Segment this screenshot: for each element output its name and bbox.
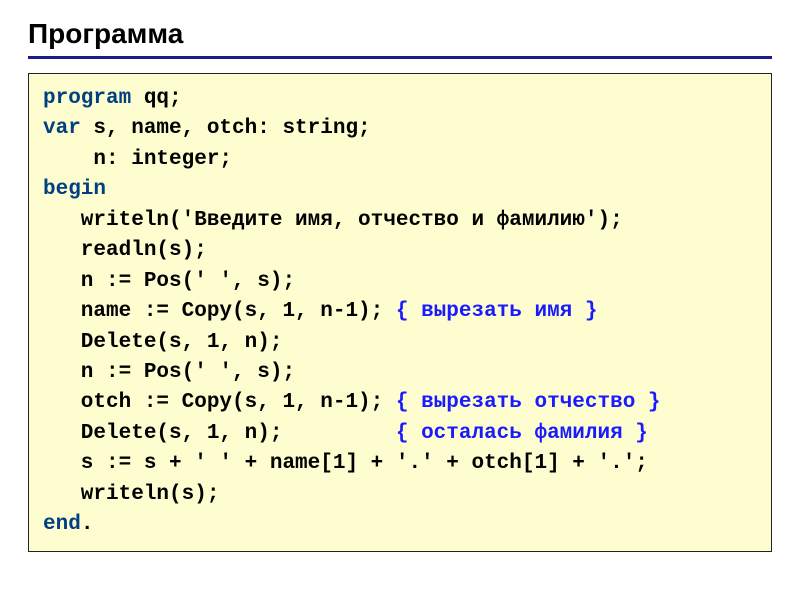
code-line-5: writeln('Введите имя, отчество и фамилию… [43, 206, 757, 236]
code-line-7: n := Pos(' ', s); [43, 267, 757, 297]
code-text: Delete(s, 1, n); [43, 422, 396, 445]
keyword-begin: begin [43, 178, 106, 201]
code-text: n: integer; [43, 148, 232, 171]
code-line-4: begin [43, 175, 757, 205]
code-text: n := Pos(' ', s); [43, 361, 295, 384]
code-line-2: var s, name, otch: string; [43, 114, 757, 144]
code-line-14: writeln(s); [43, 480, 757, 510]
comment: { вырезать имя } [396, 300, 598, 323]
code-text: writeln('Введите имя, отчество и фамилию… [43, 209, 623, 232]
code-line-11: otch := Copy(s, 1, n-1); { вырезать отче… [43, 388, 757, 418]
code-text: qq; [131, 87, 181, 110]
keyword-program: program [43, 87, 131, 110]
keyword-var: var [43, 117, 81, 140]
title-underline [28, 56, 772, 59]
code-text: s, name, otch: string; [81, 117, 371, 140]
code-line-13: s := s + ' ' + name[1] + '.' + otch[1] +… [43, 449, 757, 479]
code-line-12: Delete(s, 1, n); { осталась фамилия } [43, 419, 757, 449]
code-line-15: end. [43, 510, 757, 540]
page-title: Программа [28, 18, 772, 50]
code-text: n := Pos(' ', s); [43, 270, 295, 293]
code-text: . [81, 513, 94, 536]
comment: { осталась фамилия } [396, 422, 648, 445]
code-text: writeln(s); [43, 483, 219, 506]
code-text: otch := Copy(s, 1, n-1); [43, 391, 396, 414]
code-line-8: name := Copy(s, 1, n-1); { вырезать имя … [43, 297, 757, 327]
code-line-10: n := Pos(' ', s); [43, 358, 757, 388]
code-block: program qq;var s, name, otch: string; n:… [28, 73, 772, 552]
keyword-end: end [43, 513, 81, 536]
code-text: s := s + ' ' + name[1] + '.' + otch[1] +… [43, 452, 648, 475]
code-text: name := Copy(s, 1, n-1); [43, 300, 396, 323]
code-text: Delete(s, 1, n); [43, 331, 282, 354]
code-line-3: n: integer; [43, 145, 757, 175]
page-container: Программа program qq;var s, name, otch: … [0, 0, 800, 570]
code-text: readln(s); [43, 239, 207, 262]
comment: { вырезать отчество } [396, 391, 661, 414]
code-line-9: Delete(s, 1, n); [43, 328, 757, 358]
code-line-6: readln(s); [43, 236, 757, 266]
code-line-1: program qq; [43, 84, 757, 114]
